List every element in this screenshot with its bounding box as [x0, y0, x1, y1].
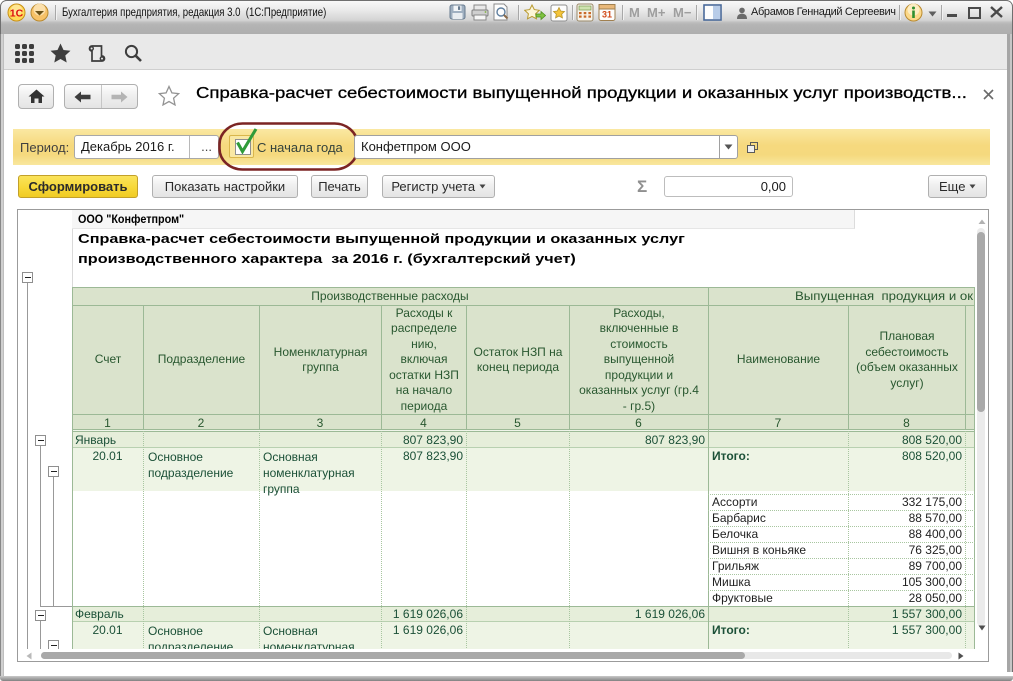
svg-text:31: 31 — [602, 10, 612, 20]
svg-text:1С: 1С — [10, 8, 24, 20]
